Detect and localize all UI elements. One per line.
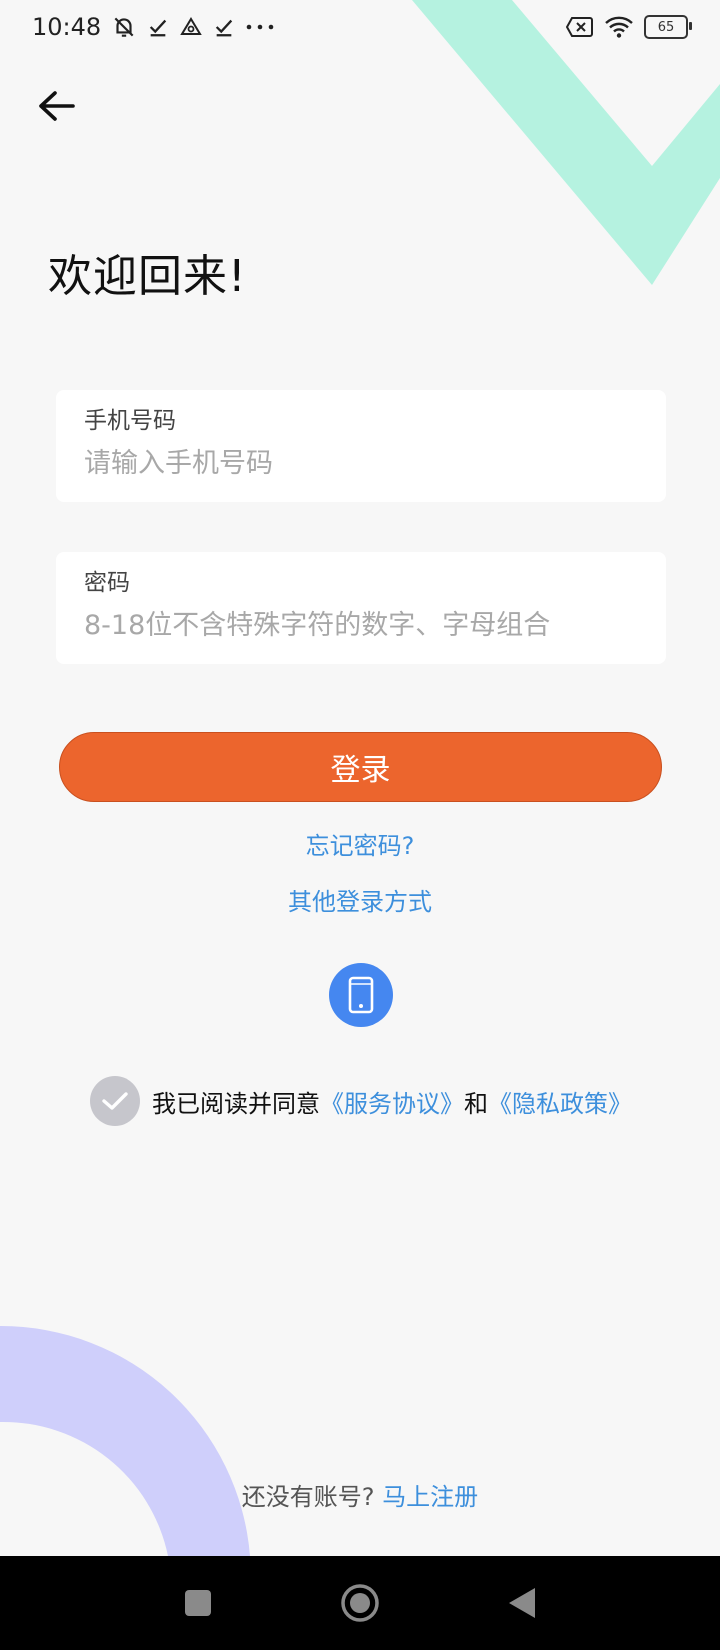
mobile-phone-icon: [348, 976, 374, 1014]
back-nav-button[interactable]: [500, 1581, 544, 1625]
square-icon: [185, 1590, 211, 1616]
phone-label: 手机号码: [84, 408, 176, 434]
status-time: 10:48: [32, 13, 102, 41]
triangle-back-icon: [509, 1588, 535, 1618]
arrow-left-icon: [39, 91, 75, 121]
password-field-card: 密码: [56, 552, 666, 664]
more-dots-icon: [245, 22, 275, 32]
signup-link[interactable]: 马上注册: [382, 1483, 478, 1511]
triangle-icon: [179, 15, 203, 39]
password-label: 密码: [84, 570, 130, 596]
wifi-icon: [604, 15, 634, 39]
home-button[interactable]: [338, 1581, 382, 1625]
signup-row: 还没有账号? 马上注册: [0, 1477, 720, 1512]
agreement-prefix: 我已阅读并同意: [152, 1089, 320, 1118]
login-button[interactable]: 登录: [59, 732, 662, 802]
phone-field-card: 手机号码: [56, 390, 666, 502]
service-agreement-link[interactable]: 《服务协议》: [320, 1084, 464, 1119]
other-login-link[interactable]: 其他登录方式: [0, 882, 720, 917]
status-right: 65: [566, 15, 692, 39]
check-icon: [147, 16, 169, 38]
decor-arc-shape: [0, 1325, 250, 1556]
check-icon: [213, 16, 235, 38]
privacy-policy-link[interactable]: 《隐私政策》: [488, 1084, 632, 1119]
notifications-off-icon: [111, 14, 137, 40]
checkmark-icon: [102, 1092, 128, 1110]
signup-prompt: 还没有账号?: [241, 1483, 375, 1511]
sim-x-icon: [566, 16, 594, 38]
back-button[interactable]: [36, 86, 76, 126]
circle-icon: [341, 1584, 379, 1622]
forgot-password-link[interactable]: 忘记密码?: [0, 826, 720, 861]
navigation-bar: [0, 1556, 720, 1650]
phone-input[interactable]: [84, 448, 638, 479]
battery-icon: 65: [644, 15, 692, 39]
password-input[interactable]: [84, 610, 638, 641]
status-left: 10:48: [32, 13, 275, 41]
recents-button[interactable]: [176, 1581, 220, 1625]
phone-login-button[interactable]: [329, 963, 393, 1027]
page-title: 欢迎回来!: [48, 251, 247, 302]
agreement-row: 我已阅读并同意 《服务协议》 和 《隐私政策》: [90, 1076, 632, 1126]
agree-checkbox[interactable]: [90, 1076, 140, 1126]
status-bar: 10:48 65: [0, 0, 720, 54]
agreement-conjunction: 和: [464, 1089, 488, 1118]
